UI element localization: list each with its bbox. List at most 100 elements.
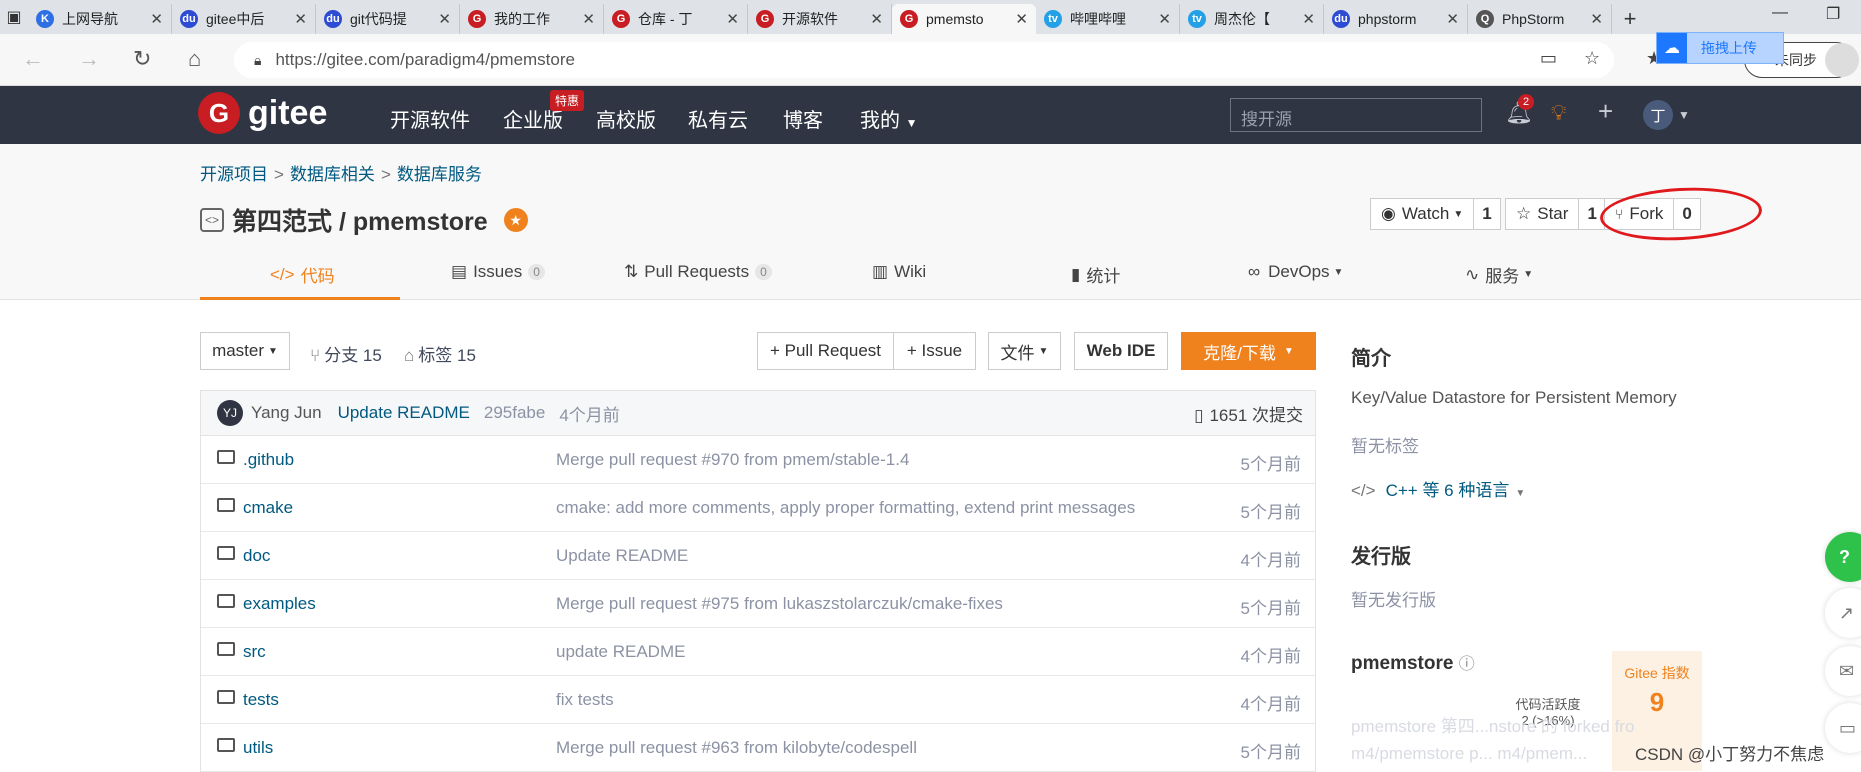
upload-label: 拖拽上传 <box>1701 40 1757 56</box>
url-input[interactable]: 🔒︎ https://gitee.com/paradigm4/pmemstore <box>234 42 1614 78</box>
tab-devops[interactable]: ∞ DevOps ▼ <box>1248 262 1343 282</box>
search-input[interactable]: 搜开源 <box>1230 98 1482 132</box>
restore-icon[interactable]: ❐ <box>1826 4 1840 24</box>
tab-pull-requests[interactable]: ⇅ Pull Requests 0 <box>624 262 772 282</box>
file-commit-message[interactable]: Update README <box>556 546 688 566</box>
user-avatar[interactable]: 丁 <box>1643 100 1673 130</box>
file-name[interactable]: tests <box>243 690 279 710</box>
nav-private-cloud[interactable]: 私有云 <box>688 104 748 133</box>
browser-tab[interactable]: G 我的工作 ✕ <box>460 4 604 34</box>
file-time: 4个月前 <box>1240 551 1301 570</box>
lightbulb-icon[interactable]: 💡︎ <box>1551 100 1566 126</box>
breadcrumb-item[interactable]: 数据库相关 <box>290 165 375 184</box>
tab-actions-icon[interactable]: ▣ <box>0 0 28 34</box>
help-float-button[interactable]: ? <box>1825 532 1861 582</box>
browser-tab[interactable]: tv 周杰伦【 ✕ <box>1180 4 1324 34</box>
help-icon[interactable]: ⓘ <box>1459 656 1475 673</box>
reader-mode-icon[interactable]: ▭ <box>1540 48 1557 69</box>
plus-icon[interactable]: + <box>1598 96 1613 127</box>
watch-button[interactable]: ◉ Watch ▼ 1 <box>1370 198 1501 230</box>
browser-tab[interactable]: Gpmemsto ✕ <box>892 4 1036 34</box>
upload-widget[interactable]: ☁ 拖拽上传 <box>1656 32 1784 64</box>
tab-statistics[interactable]: ▮ 统计 <box>1071 262 1120 287</box>
forward-icon[interactable]: → <box>78 46 100 72</box>
file-name[interactable]: src <box>243 642 266 662</box>
browser-tab[interactable]: Q PhpStorm ✕ <box>1468 4 1612 34</box>
tab-services[interactable]: ∿ 服务 ▼ <box>1465 262 1533 287</box>
comment-float-icon[interactable]: ▭ <box>1825 703 1861 753</box>
close-tab-icon[interactable]: ✕ <box>726 10 739 28</box>
profile-avatar[interactable] <box>1825 43 1859 77</box>
close-tab-icon[interactable]: ✕ <box>294 10 307 28</box>
gitee-logo[interactable]: G gitee <box>198 92 327 134</box>
tab-wiki[interactable]: ▥ Wiki <box>872 262 926 282</box>
browser-tab[interactable]: du git代码提 ✕ <box>316 4 460 34</box>
back-icon[interactable]: ← <box>22 46 44 72</box>
clone-download-button[interactable]: 克隆/下载 ▼ <box>1181 332 1316 370</box>
close-tab-icon[interactable]: ✕ <box>1590 10 1603 28</box>
breadcrumb-item[interactable]: 数据库服务 <box>397 165 482 184</box>
commits-icon: ▯ <box>1194 405 1204 425</box>
refresh-icon[interactable]: ↻ <box>133 46 151 72</box>
new-pull-request-button[interactable]: + Pull Request <box>757 332 894 370</box>
browser-tab[interactable]: G 仓库 - 丁 ✕ <box>604 4 748 34</box>
commit-count-link[interactable]: ▯ 1651 次提交 <box>1194 401 1303 426</box>
web-ide-button[interactable]: Web IDE <box>1074 332 1168 370</box>
minimize-icon[interactable]: — <box>1772 4 1788 22</box>
file-commit-message[interactable]: Merge pull request #975 from lukaszstola… <box>556 594 1003 614</box>
close-tab-icon[interactable]: ✕ <box>1015 10 1028 28</box>
close-tab-icon[interactable]: ✕ <box>1158 10 1171 28</box>
new-tab-button[interactable]: + <box>1612 4 1648 34</box>
nav-open-source[interactable]: 开源软件 <box>390 104 470 133</box>
browser-tab[interactable]: du gitee中后 ✕ <box>172 4 316 34</box>
share-float-icon[interactable]: ↗ <box>1825 588 1861 638</box>
browser-tab[interactable]: G 开源软件 ✕ <box>748 4 892 34</box>
file-menu-button[interactable]: 文件 ▼ <box>988 332 1061 370</box>
tab-code[interactable]: </> 代码 <box>270 262 335 287</box>
languages-link[interactable]: </> C++ 等 6 种语言 ▼ <box>1351 476 1525 501</box>
file-commit-message[interactable]: cmake: add more comments, apply proper f… <box>556 498 1135 518</box>
close-tab-icon[interactable]: ✕ <box>870 10 883 28</box>
commit-author[interactable]: Yang Jun <box>251 403 322 423</box>
file-name[interactable]: examples <box>243 594 316 614</box>
browser-tab[interactable]: tv 哔哩哔哩 ✕ <box>1036 4 1180 34</box>
tab-issues[interactable]: ▤ Issues 0 <box>451 262 545 282</box>
home-icon[interactable]: ⌂ <box>188 46 201 72</box>
watch-count[interactable]: 1 <box>1473 199 1499 229</box>
close-tab-icon[interactable]: ✕ <box>582 10 595 28</box>
branches-link[interactable]: ⑂ 分支 15 <box>310 341 382 366</box>
nav-education[interactable]: 高校版 <box>596 104 656 133</box>
table-row: doc Update README 4个月前 <box>201 532 1315 580</box>
tags-link[interactable]: ⌂ 标签 15 <box>404 341 476 366</box>
tags-count: 标签 15 <box>418 346 476 365</box>
commit-count: 1651 次提交 <box>1209 405 1303 425</box>
file-name[interactable]: doc <box>243 546 270 566</box>
commit-hash[interactable]: 295fabe <box>484 403 545 423</box>
table-row: src update README 4个月前 <box>201 628 1315 676</box>
repo-title[interactable]: 第四范式 / pmemstore <box>232 202 488 238</box>
add-favorite-icon[interactable]: ☆ <box>1584 48 1600 69</box>
author-avatar[interactable]: YJ <box>217 400 243 426</box>
nav-blog[interactable]: 博客 <box>783 104 823 133</box>
browser-tab[interactable]: du phpstorm ✕ <box>1324 4 1468 34</box>
new-issue-button[interactable]: + Issue <box>893 332 976 370</box>
close-tab-icon[interactable]: ✕ <box>1302 10 1315 28</box>
commit-message[interactable]: Update README <box>338 403 470 423</box>
star-button[interactable]: ☆ Star 1 <box>1505 198 1606 230</box>
file-name[interactable]: cmake <box>243 498 293 518</box>
file-name[interactable]: .github <box>243 450 294 470</box>
file-commit-message[interactable]: Merge pull request #970 from pmem/stable… <box>556 450 909 470</box>
branch-select[interactable]: master ▼ <box>200 332 290 370</box>
close-tab-icon[interactable]: ✕ <box>1446 10 1459 28</box>
breadcrumb-item[interactable]: 开源项目 <box>200 165 268 184</box>
close-tab-icon[interactable]: ✕ <box>438 10 451 28</box>
file-commit-message[interactable]: update README <box>556 642 685 662</box>
file-name[interactable]: utils <box>243 738 273 758</box>
file-commit-message[interactable]: Merge pull request #963 from kilobyte/co… <box>556 738 917 758</box>
file-commit-message[interactable]: fix tests <box>556 690 614 710</box>
user-menu-chevron-icon[interactable]: ▼ <box>1678 108 1690 122</box>
mail-float-icon[interactable]: ✉ <box>1825 646 1861 696</box>
nav-mine[interactable]: 我的 ▼ <box>860 104 917 133</box>
close-tab-icon[interactable]: ✕ <box>150 10 163 28</box>
browser-tab[interactable]: K 上网导航 ✕ <box>28 4 172 34</box>
